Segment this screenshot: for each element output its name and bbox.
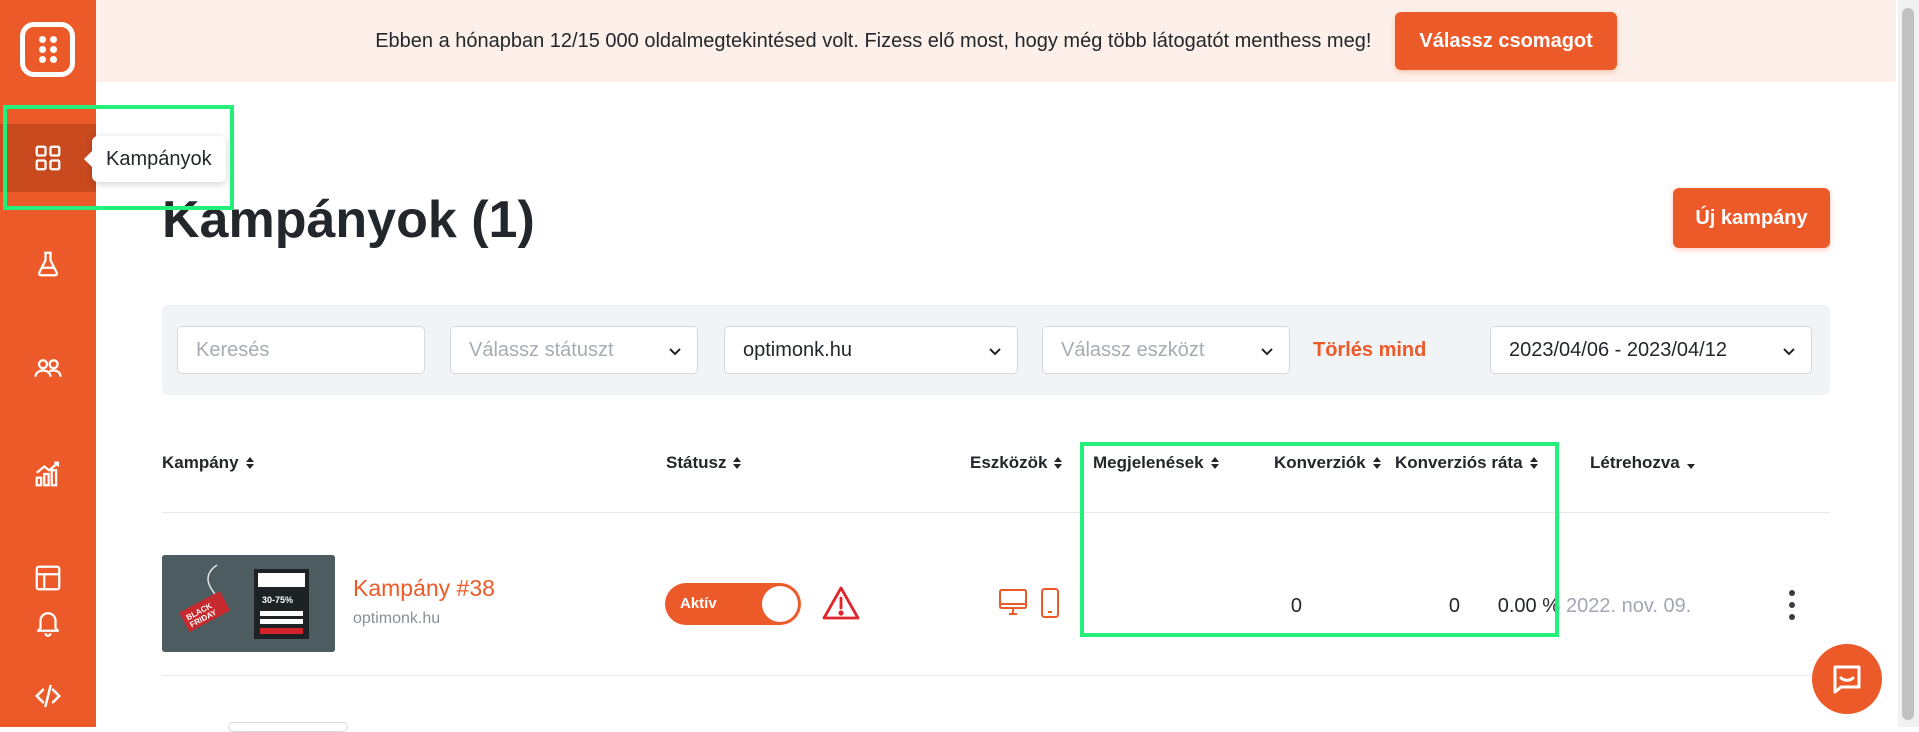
page-title: Kampányok (1) — [162, 191, 535, 249]
date-range-value: 2023/04/06 - 2023/04/12 — [1509, 338, 1727, 361]
sort-icon — [1054, 457, 1063, 469]
impressions-value: 0 — [1290, 595, 1302, 617]
campaign-domain: optimonk.hu — [353, 610, 441, 627]
col-campaign-label: Kampány — [162, 453, 239, 472]
flask-icon — [38, 251, 58, 277]
conversion-rate-value: 0.00 % — [1497, 595, 1560, 617]
sort-icon — [733, 457, 742, 469]
chat-launcher[interactable] — [1812, 644, 1882, 714]
toggle-knob — [762, 586, 798, 622]
chevron-down-icon — [669, 348, 681, 356]
clear-all-link[interactable]: Törlés mind — [1313, 339, 1426, 362]
chevron-down-icon — [1261, 348, 1273, 356]
chevron-down-icon — [1783, 348, 1795, 356]
status-placeholder: Válassz státuszt — [469, 338, 614, 361]
bell-icon — [36, 612, 60, 637]
sort-icon — [245, 457, 254, 469]
sidebar-item-code[interactable] — [0, 662, 96, 730]
col-status[interactable]: Státusz — [666, 453, 742, 473]
sidebar-item-campaigns[interactable] — [0, 124, 96, 192]
sidebar-tooltip: Kampányok — [84, 136, 226, 182]
sort-icon — [1529, 457, 1538, 469]
app-logo[interactable] — [20, 22, 75, 77]
svg-text:30-75%: 30-75% — [262, 595, 293, 605]
choose-plan-button[interactable]: Válassz csomagot — [1395, 12, 1617, 70]
sidebar-item-notifications[interactable] — [0, 588, 96, 656]
new-campaign-button[interactable]: Új kampány — [1673, 188, 1830, 248]
scrollbar[interactable] — [1898, 0, 1919, 727]
col-devices[interactable]: Eszközök — [970, 453, 1063, 473]
device-placeholder: Válassz eszközt — [1061, 338, 1205, 361]
mobile-icon — [1041, 588, 1059, 618]
domain-select[interactable]: optimonk.hu — [724, 326, 1018, 374]
status-toggle[interactable]: Aktív — [665, 583, 801, 625]
table-header: Kampány Státusz Eszközök Megjelenések Ko… — [162, 443, 1830, 513]
col-conversions[interactable]: Konverziók — [1274, 453, 1382, 473]
banner-message: Ebben a hónapban 12/15 000 oldalmegtekin… — [375, 29, 1372, 52]
device-select[interactable]: Válassz eszközt — [1042, 326, 1290, 374]
grid-icon — [35, 145, 61, 171]
campaign-name-link[interactable]: Kampány #38 — [353, 575, 495, 602]
search-input[interactable]: Keresés — [177, 326, 425, 374]
col-conversions-label: Konverziók — [1274, 453, 1366, 472]
sidebar-item-subscribers[interactable] — [0, 334, 96, 402]
col-status-label: Státusz — [666, 453, 727, 472]
chart-icon — [35, 461, 60, 487]
col-created-label: Létrehozva — [1590, 453, 1680, 472]
date-range-select[interactable]: 2023/04/06 - 2023/04/12 — [1490, 326, 1812, 374]
domain-value: optimonk.hu — [743, 338, 852, 361]
upgrade-banner: Ebben a hónapban 12/15 000 oldalmegtekin… — [96, 0, 1896, 82]
sidebar-item-experiments[interactable] — [0, 230, 96, 298]
desktop-icon — [999, 589, 1027, 615]
sort-icon — [1372, 457, 1381, 469]
pagination-control[interactable] — [228, 722, 348, 732]
col-conversion-rate[interactable]: Konverziós ráta — [1395, 453, 1539, 473]
col-impressions[interactable]: Megjelenések — [1093, 453, 1220, 473]
col-devices-label: Eszközök — [970, 453, 1048, 472]
created-date: 2022. nov. 09. — [1566, 595, 1692, 617]
status-select[interactable]: Válassz státuszt — [450, 326, 698, 374]
scrollbar-thumb[interactable] — [1902, 8, 1914, 720]
sort-icon — [1210, 457, 1219, 469]
status-toggle-label: Aktív — [680, 595, 717, 612]
filter-bar: Keresés Válassz státuszt optimonk.hu Vál… — [162, 305, 1830, 395]
chevron-down-icon — [989, 348, 1001, 356]
col-impressions-label: Megjelenések — [1093, 453, 1204, 472]
campaign-thumbnail[interactable]: BLACK FRIDAY 30-75% — [162, 555, 335, 652]
col-created[interactable]: Létrehozva — [1590, 453, 1696, 473]
code-icon — [34, 684, 62, 708]
col-conversion-rate-label: Konverziós ráta — [1395, 453, 1523, 472]
col-campaign[interactable]: Kampány — [162, 453, 255, 473]
table-row[interactable]: BLACK FRIDAY 30-75% Kampány #38 optimonk… — [162, 513, 1830, 676]
sidebar — [0, 0, 96, 727]
search-placeholder: Keresés — [196, 338, 270, 361]
warning-icon[interactable] — [822, 585, 860, 621]
chat-icon — [1833, 665, 1861, 694]
users-icon — [34, 359, 62, 377]
more-options-icon[interactable] — [1786, 590, 1798, 620]
sort-desc-icon — [1686, 464, 1695, 469]
sidebar-item-analytics[interactable] — [0, 440, 96, 508]
